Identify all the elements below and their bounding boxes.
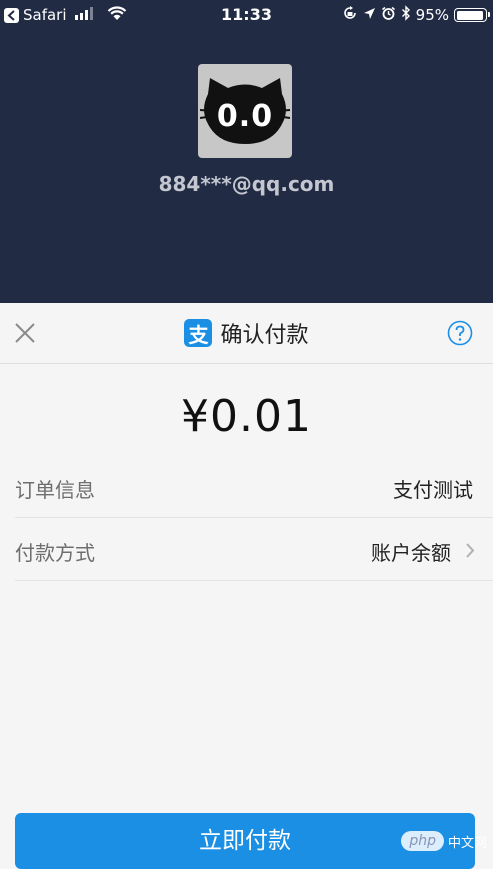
help-button[interactable] — [447, 320, 473, 346]
sheet-title-text: 确认付款 — [220, 323, 309, 348]
payment-method-label: 付款方式 — [15, 541, 95, 565]
location-icon — [363, 6, 376, 24]
merchant-header: Safari 11:33 95% 0.0 884***@qq.com — [0, 0, 493, 303]
screen-lock-icon — [342, 5, 358, 25]
question-icon — [447, 320, 473, 346]
payment-method-row[interactable]: 付款方式 账户余额 — [15, 521, 493, 581]
sheet-header: 支 确认付款 — [0, 303, 493, 364]
watermark: php 中文网 — [401, 831, 487, 851]
merchant-avatar: 0.0 — [198, 64, 292, 158]
merchant-account: 884***@qq.com — [158, 172, 335, 196]
order-info-row: 订单信息 支付测试 — [15, 458, 493, 518]
watermark-logo: php — [401, 831, 444, 851]
battery-icon — [454, 8, 490, 22]
watermark-text: 中文网 — [447, 835, 487, 851]
bluetooth-icon — [401, 5, 411, 25]
alarm-icon — [381, 6, 396, 25]
status-indicators: 95% — [342, 5, 490, 25]
payment-amount: ¥0.01 — [181, 391, 312, 442]
sheet-title: 支 确认付款 — [0, 317, 493, 349]
status-bar: Safari 11:33 95% — [0, 0, 493, 28]
payment-sheet: 支 确认付款 ¥0.01 订单信息 支付测试 付款方式 账户余额 立即付款 ph… — [0, 303, 493, 869]
order-info-label: 订单信息 — [15, 478, 95, 502]
battery-level — [456, 10, 484, 20]
order-info-value: 支付测试 — [393, 478, 473, 502]
chevron-right-icon — [465, 542, 475, 563]
battery-percent: 95% — [415, 6, 449, 24]
alipay-logo-icon: 支 — [184, 319, 213, 347]
cat-face-icon: 0.0 — [199, 78, 291, 144]
avatar-text: 0.0 — [217, 99, 273, 134]
payment-method-value: 账户余额 — [371, 541, 451, 565]
